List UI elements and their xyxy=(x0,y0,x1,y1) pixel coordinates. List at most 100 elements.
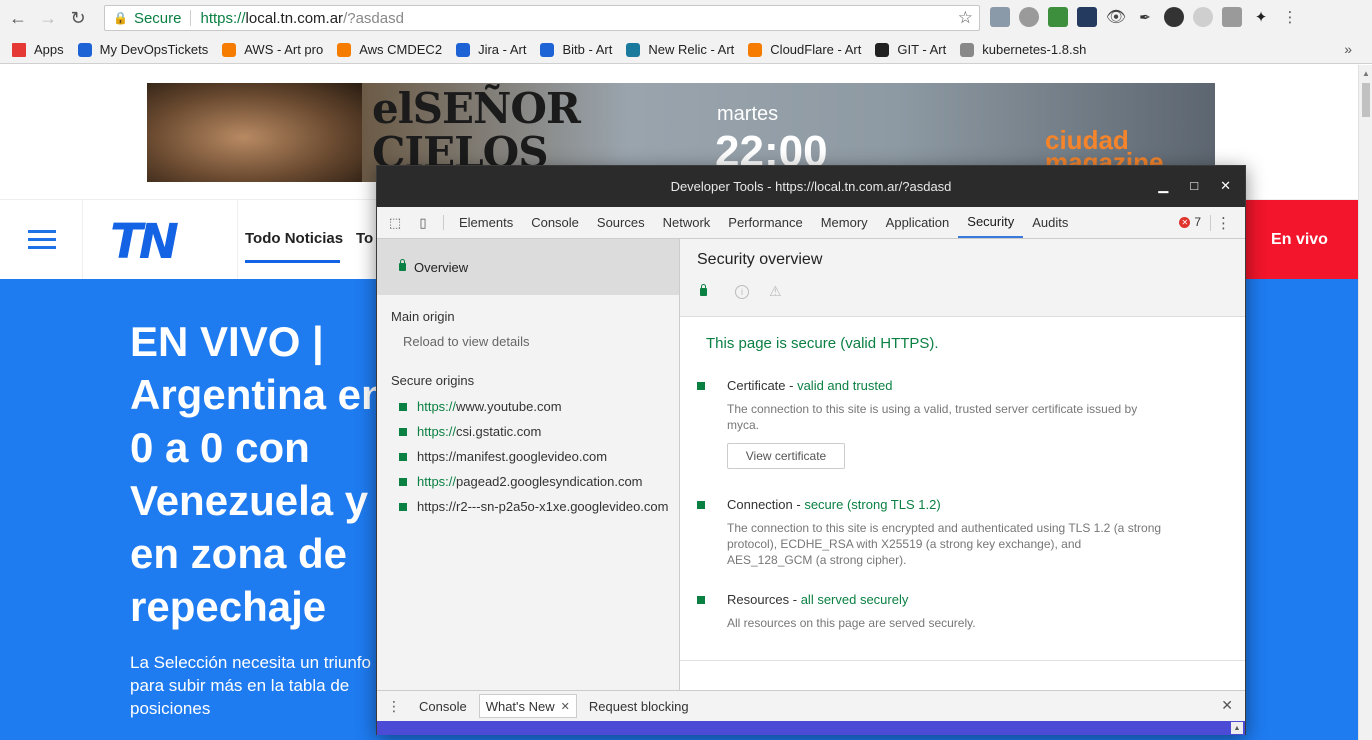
origin-host: csi.gstatic.com xyxy=(456,424,542,439)
bookmark-item[interactable]: Jira - Art xyxy=(456,42,526,57)
pen-icon[interactable]: ✒ xyxy=(1135,7,1155,27)
tab-application[interactable]: Application xyxy=(877,207,959,238)
page-scrollbar[interactable]: ▲ xyxy=(1358,65,1372,740)
extensions: 👁 ✒ ✦ ⋮ xyxy=(990,7,1300,27)
bookmarks-overflow-icon[interactable]: » xyxy=(1344,41,1352,57)
extension-icon[interactable] xyxy=(1193,7,1213,27)
forward-button-icon[interactable]: → xyxy=(36,6,60,30)
bookmark-item[interactable]: Aws CMDEC2 xyxy=(337,42,442,57)
banner-image xyxy=(147,83,362,182)
tab-elements[interactable]: Elements xyxy=(450,207,522,238)
sidebar-origin-item[interactable]: https://www.youtube.com xyxy=(377,394,679,419)
address-bar[interactable]: 🔒 Secure https:// local.tn.com.ar /?asda… xyxy=(104,5,980,31)
tab-sources[interactable]: Sources xyxy=(588,207,654,238)
sidebar-origin-item[interactable]: https://r2---sn-p2a5o-x1xe.googlevideo.c… xyxy=(377,494,679,519)
resources-section: Resources - all served securely All reso… xyxy=(680,592,1245,631)
resources-description: All resources on this page are served se… xyxy=(727,616,976,630)
connection-description: The connection to this site is encrypted… xyxy=(727,521,1162,567)
sidebar-origin-item[interactable]: https://csi.gstatic.com xyxy=(377,419,679,444)
sidebar-item-overview[interactable]: Overview xyxy=(377,239,679,295)
bookmark-item[interactable]: Bitb - Art xyxy=(540,42,612,57)
maximize-icon[interactable]: □ xyxy=(1190,178,1198,194)
live-button[interactable]: En vivo xyxy=(1241,200,1358,280)
devtools-body: Overview Main origin Reload to view deta… xyxy=(377,239,1245,690)
reload-button-icon[interactable]: ↻ xyxy=(66,6,90,30)
bookmark-label: AWS - Art pro xyxy=(244,42,324,57)
url-scheme: https:// xyxy=(200,9,246,27)
origin-host: www.youtube.com xyxy=(456,399,562,414)
extension-icon[interactable]: ✦ xyxy=(1251,7,1271,27)
bookmark-item[interactable]: New Relic - Art xyxy=(626,42,734,57)
omnibox-divider xyxy=(190,10,192,26)
extension-icon[interactable] xyxy=(1222,7,1242,27)
tab-console[interactable]: Console xyxy=(522,207,588,238)
divider xyxy=(680,660,1245,661)
extension-icon[interactable] xyxy=(1048,7,1068,27)
bookmark-item[interactable]: Apps xyxy=(12,42,64,57)
bookmark-item[interactable]: kubernetes-1.8.sh xyxy=(960,42,1086,57)
tab-memory[interactable]: Memory xyxy=(812,207,877,238)
tab-audits[interactable]: Audits xyxy=(1023,207,1077,238)
drawer-tab[interactable]: Console xyxy=(413,694,473,718)
status-square-icon xyxy=(399,402,407,411)
menu-kebab-icon[interactable]: ⋮ xyxy=(1280,7,1300,27)
nav-item-todo-noticias[interactable]: Todo Noticias xyxy=(245,230,343,247)
devtools-drawer: ⋮ Console What's New ✕ Request blocking ✕ xyxy=(377,690,1245,721)
back-button-icon[interactable]: ← xyxy=(6,6,30,30)
bookmark-star-icon[interactable]: ☆ xyxy=(958,8,973,28)
devtools-menu-icon[interactable]: ⋮ xyxy=(1216,214,1231,232)
close-tab-icon[interactable]: ✕ xyxy=(561,700,570,713)
bookmark-label: kubernetes-1.8.sh xyxy=(982,42,1087,57)
bookmark-favicon-icon xyxy=(748,42,763,57)
drawer-menu-icon[interactable]: ⋮ xyxy=(387,698,407,715)
drawer-tab[interactable]: What's New ✕ xyxy=(478,694,577,718)
hero-headline[interactable]: EN VIVO | Argentina en 0 a 0 con Venezue… xyxy=(130,315,390,633)
site-logo[interactable]: TN xyxy=(110,214,179,270)
inspect-element-icon[interactable]: ⬚ xyxy=(385,207,405,238)
extension-icon[interactable] xyxy=(1164,7,1184,27)
status-square-icon xyxy=(399,502,407,511)
view-certificate-button[interactable]: View certificate xyxy=(727,443,845,469)
bookmark-item[interactable]: GIT - Art xyxy=(875,42,946,57)
tab-network[interactable]: Network xyxy=(654,207,720,238)
sidebar-origin-item[interactable]: https://manifest.googlevideo.com xyxy=(377,444,679,469)
extension-icon[interactable] xyxy=(1019,7,1039,27)
drawer-tab[interactable]: Request blocking xyxy=(583,694,695,718)
devtools-titlebar[interactable]: Developer Tools - https://local.tn.com.a… xyxy=(377,166,1245,207)
extension-icon[interactable] xyxy=(1077,7,1097,27)
error-counter[interactable]: ✕ 7 xyxy=(1179,215,1201,229)
bookmark-favicon-icon xyxy=(540,42,555,57)
close-drawer-icon[interactable]: ✕ xyxy=(1221,697,1233,714)
scroll-thumb[interactable] xyxy=(1362,83,1370,117)
eye-icon[interactable]: 👁 xyxy=(1106,7,1126,27)
certificate-description: The connection to this site is using a v… xyxy=(727,402,1138,432)
banner-subtitle: martes xyxy=(717,103,779,125)
hamburger-menu-icon[interactable] xyxy=(28,230,56,254)
scroll-arrow-icon[interactable]: ▲ xyxy=(1231,722,1243,734)
bookmark-item[interactable]: My DevOpsTickets xyxy=(77,42,209,57)
sidebar-origin-item[interactable]: https://pagead2.googlesyndication.com xyxy=(377,469,679,494)
tab-performance[interactable]: Performance xyxy=(719,207,811,238)
connection-status: secure (strong TLS 1.2) xyxy=(804,497,941,512)
security-sidebar: Overview Main origin Reload to view deta… xyxy=(377,239,680,690)
close-icon[interactable]: ✕ xyxy=(1220,178,1231,194)
bookmark-label: Bitb - Art xyxy=(562,42,613,57)
main-origin-detail: Reload to view details xyxy=(403,334,530,349)
tab-security[interactable]: Security xyxy=(958,207,1024,238)
secure-origins-heading: Secure origins xyxy=(391,373,475,388)
banner-title: elSEÑOR CIELOS xyxy=(372,84,581,177)
device-toolbar-icon[interactable]: ▯ xyxy=(413,207,433,238)
status-square-icon xyxy=(697,596,705,604)
overview-label: Overview xyxy=(414,259,469,275)
url-path: /?asdasd xyxy=(343,9,404,27)
error-icon: ✕ xyxy=(1179,216,1191,228)
bookmark-item[interactable]: AWS - Art pro xyxy=(222,42,323,57)
bookmark-label: My DevOpsTickets xyxy=(99,42,209,57)
extension-icon[interactable] xyxy=(990,7,1010,27)
nav-item-2[interactable]: To xyxy=(356,230,373,247)
minimize-icon[interactable]: ▁ xyxy=(1158,178,1168,194)
bookmark-item[interactable]: CloudFlare - Art xyxy=(748,42,861,57)
resources-status: all served securely xyxy=(800,592,909,607)
bookmarks-bar: Apps My DevOpsTickets AWS - Art pro Aws CMD… xyxy=(0,36,1372,64)
scroll-up-icon[interactable]: ▲ xyxy=(1362,69,1370,78)
